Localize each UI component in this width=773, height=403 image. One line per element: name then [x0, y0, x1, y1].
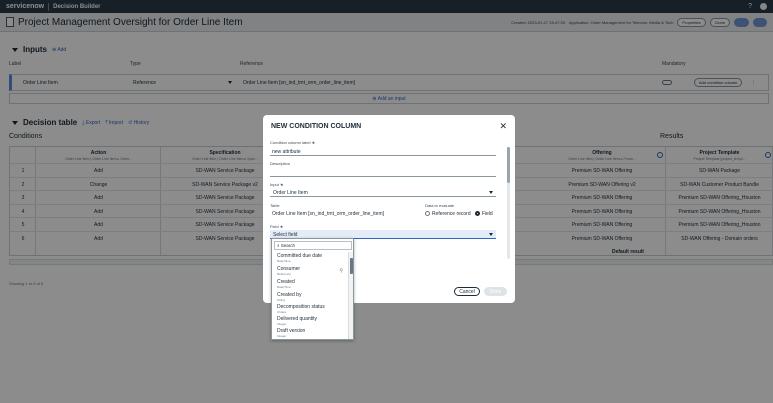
condition-label-input[interactable]: new attribute — [270, 147, 496, 156]
reference-record-radio[interactable] — [425, 211, 430, 217]
list-item[interactable]: Committed due date Date/Time — [277, 253, 347, 263]
data-to-evaluate-label: Data to evaluate — [425, 203, 455, 208]
input-select[interactable]: Order Line Item — [270, 188, 496, 197]
input-select-value: Order Line Item — [273, 190, 308, 196]
option-type: Date/Time — [277, 284, 291, 289]
option-type: Integer — [277, 321, 287, 326]
reference-record-label: Reference record — [432, 211, 471, 217]
scroll-thumb[interactable] — [507, 147, 510, 183]
list-item[interactable]: Decomposition status Choice — [277, 304, 347, 314]
table-label: Table — [270, 203, 280, 208]
description-input[interactable] — [270, 168, 496, 177]
list-item[interactable]: Created by String — [277, 292, 347, 302]
field-radio[interactable] — [474, 211, 480, 217]
table-value: Order Line Item [sn_ind_tmt_orm_order_li… — [272, 211, 384, 217]
option-type: Date/Time — [277, 258, 291, 263]
scroll-thumb[interactable] — [350, 258, 353, 274]
option-type: Reference — [277, 271, 291, 276]
chevron-down-icon — [489, 233, 493, 236]
chevron-down-icon — [489, 191, 493, 194]
list-item[interactable]: Delivered quantity Integer — [277, 316, 347, 326]
modal-title: NEW CONDITION COLUMN — [271, 123, 362, 130]
dropdown-search-placeholder: Search — [280, 243, 296, 248]
input-label: Input ★ — [270, 182, 284, 187]
field-dropdown: ⌕ Search Committed due date Date/Time Con… — [271, 238, 354, 340]
close-icon[interactable]: ✕ — [499, 121, 507, 132]
dropdown-list: Committed due date Date/Time Consumer Refe… — [272, 252, 348, 340]
search-icon: ⌕ — [277, 243, 280, 248]
search-icon[interactable]: ⚲ — [339, 268, 343, 275]
data-to-evaluate-group: Reference record Field — [425, 211, 493, 217]
cancel-button[interactable]: Cancel — [454, 287, 480, 296]
list-item[interactable]: Draft version Integer — [277, 328, 347, 338]
condition-label-label: Condition column label ★ — [270, 140, 316, 145]
modal-scrollbar[interactable] — [507, 147, 510, 259]
field-radio-label: Field — [481, 211, 493, 217]
field-label: Field ★ — [270, 224, 284, 229]
dropdown-scrollbar[interactable] — [348, 252, 353, 339]
list-item[interactable]: Created Date/Time — [277, 279, 347, 289]
option-type: Integer — [277, 333, 287, 338]
dropdown-search-input[interactable]: ⌕ Search — [274, 241, 352, 250]
option-type: Choice — [277, 309, 287, 314]
description-label: Description — [270, 161, 291, 166]
done-button[interactable]: Done — [484, 287, 507, 296]
list-item[interactable]: Consumer Reference ⚲ — [277, 266, 347, 276]
option-type: String — [277, 297, 285, 302]
